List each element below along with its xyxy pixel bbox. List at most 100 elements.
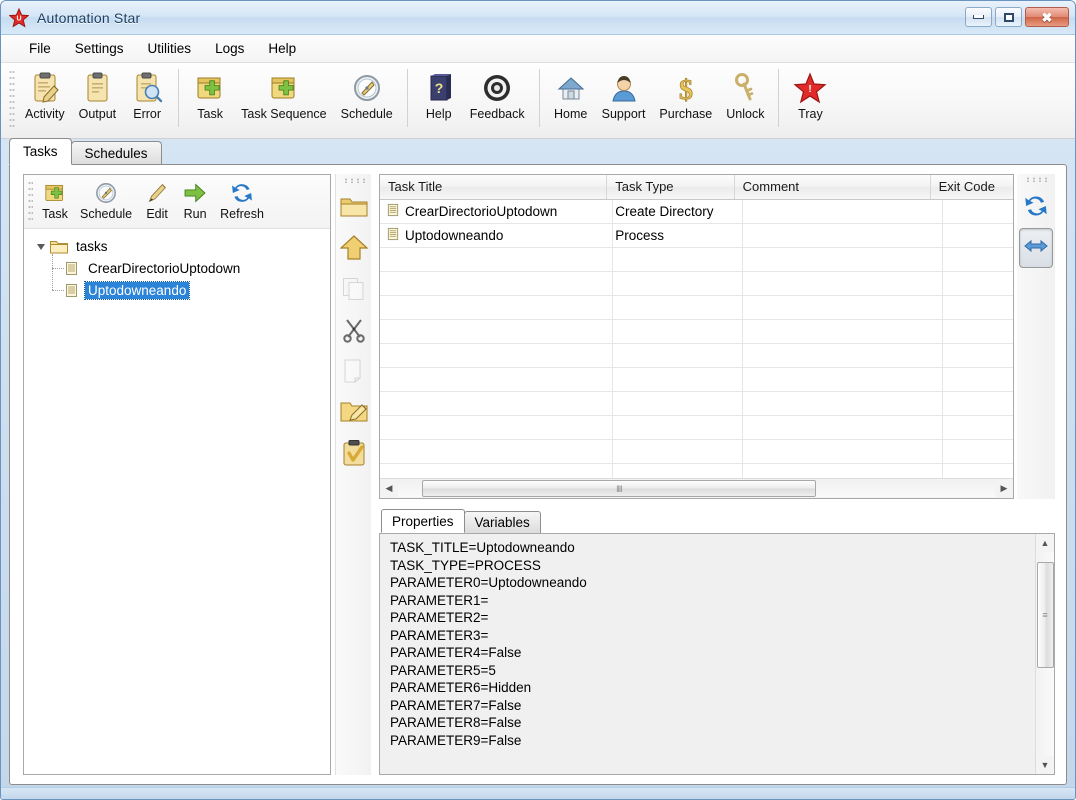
menu-item-utilities[interactable]: Utilities <box>136 38 204 59</box>
table-row[interactable]: CrearDirectorioUptodown Create Directory <box>380 200 1013 224</box>
grid-toolbar-grip[interactable] <box>1025 177 1047 182</box>
table-row-empty[interactable] <box>380 416 1013 440</box>
cell-task-title: CrearDirectorioUptodown <box>405 204 558 219</box>
scroll-down-arrow-icon[interactable]: ▼ <box>1036 756 1054 774</box>
tab-tasks[interactable]: Tasks <box>9 138 72 165</box>
refresh-grid-button[interactable] <box>1019 188 1053 228</box>
vscroll-thumb[interactable]: ≡ <box>1036 562 1054 669</box>
paste-button[interactable] <box>337 353 371 394</box>
paste-icon <box>341 358 367 389</box>
new-folder-button[interactable] <box>337 189 371 230</box>
table-row[interactable]: Uptodowneando Process <box>380 224 1013 248</box>
copy-button[interactable] <box>337 271 371 312</box>
vscroll-track[interactable]: ≡ <box>1036 552 1054 756</box>
toolbar-button-task-sequence[interactable]: Task Sequence <box>234 67 333 122</box>
table-row-empty[interactable] <box>380 320 1013 344</box>
toolbar-button-schedule[interactable]: Schedule <box>334 67 400 122</box>
close-button[interactable]: ✖ <box>1025 7 1069 27</box>
tree-connector <box>52 268 64 269</box>
scrollbar-grip-icon: ‖‖ <box>616 483 623 494</box>
rename-button[interactable] <box>337 394 371 435</box>
tab-variables[interactable]: Variables <box>463 511 541 533</box>
toolbar-button-unlock[interactable]: Unlock <box>719 67 771 122</box>
toolbar-button-home[interactable]: Home <box>547 67 595 122</box>
menu-item-help[interactable]: Help <box>256 38 308 59</box>
tree-toolbar-grip[interactable] <box>28 180 33 224</box>
tab-properties[interactable]: Properties <box>381 509 465 533</box>
column-header-task-title[interactable]: Task Title <box>380 175 608 199</box>
toolbar-button-activity[interactable]: Activity <box>18 67 72 122</box>
toolbar-button-task[interactable]: Task <box>186 67 234 122</box>
tray-star-icon: ! <box>793 70 827 106</box>
maximize-button[interactable] <box>995 7 1022 27</box>
properties-vertical-scrollbar[interactable]: ▲ ≡ ▼ <box>1035 534 1054 774</box>
properties-textarea[interactable]: TASK_TITLE=Uptodowneando TASK_TYPE=PROCE… <box>379 533 1055 775</box>
tree-children: CrearDirectorioUptodown Uptodowneando <box>51 254 330 301</box>
tree-toolbar: Task Schedule Edit Run Refresh <box>24 175 331 229</box>
window-title: Automation Star <box>37 9 141 26</box>
menu-item-settings[interactable]: Settings <box>63 38 136 59</box>
scroll-up-arrow-icon[interactable]: ▲ <box>1036 534 1054 552</box>
dollar-icon: $ <box>669 70 703 106</box>
tree-button-refresh[interactable]: Refresh <box>214 178 270 222</box>
toolbar-button-feedback[interactable]: Feedback <box>463 67 532 122</box>
cell-task-title: Uptodowneando <box>405 228 504 243</box>
tree-button-task[interactable]: Task <box>36 178 74 222</box>
folder-open-icon <box>340 195 368 224</box>
toolbar-button-tray[interactable]: ! Tray <box>786 67 834 122</box>
table-row-empty[interactable] <box>380 272 1013 296</box>
task-document-icon <box>386 227 400 244</box>
scroll-right-arrow-icon[interactable]: ▶ <box>995 480 1013 498</box>
toolbar-label-purchase: Purchase <box>659 107 713 121</box>
task-document-icon <box>386 203 400 220</box>
toolbar-button-purchase[interactable]: $ Purchase <box>652 67 719 122</box>
side-toolbar-grip[interactable] <box>342 178 365 183</box>
menu-item-logs[interactable]: Logs <box>203 38 256 59</box>
refresh-icon <box>229 179 255 207</box>
move-up-button[interactable] <box>337 230 371 271</box>
tree-item-uptodowneando[interactable]: Uptodowneando <box>52 279 330 301</box>
cell-task-type: Process <box>615 228 665 243</box>
validate-button[interactable] <box>337 435 371 476</box>
grid-body[interactable]: CrearDirectorioUptodown Create Directory <box>380 200 1013 478</box>
tree-item-label: CrearDirectorioUptodown <box>88 260 241 276</box>
toolbar-button-support[interactable]: Support <box>595 67 653 122</box>
scroll-left-arrow-icon[interactable]: ◀ <box>380 480 398 498</box>
tree-button-edit[interactable]: Edit <box>138 178 176 222</box>
toolbar-button-error[interactable]: Error <box>123 67 171 122</box>
column-header-comment[interactable]: Comment <box>735 175 931 199</box>
tree-button-run[interactable]: Run <box>176 178 214 222</box>
cut-button[interactable] <box>337 312 371 353</box>
toolbar-button-help[interactable]: ? Help <box>415 67 463 122</box>
table-row-empty[interactable] <box>380 440 1013 464</box>
expand-collapse-icon[interactable] <box>34 242 48 251</box>
scissors-icon <box>341 317 367 348</box>
table-row-empty[interactable] <box>380 368 1013 392</box>
task-grid: Task Title Task Type Comment Exit Code C… <box>379 174 1014 499</box>
toolbar-separator-1 <box>178 69 180 127</box>
table-row-empty[interactable] <box>380 248 1013 272</box>
tree-item-creardirectoriouptodown[interactable]: CrearDirectorioUptodown <box>52 257 330 279</box>
table-row-empty[interactable] <box>380 392 1013 416</box>
minimize-button[interactable] <box>965 7 992 27</box>
toolbar-label-schedule: Schedule <box>340 107 393 121</box>
tree-node-root[interactable]: tasks <box>34 235 330 257</box>
hscroll-track[interactable]: ‖‖ <box>398 480 995 497</box>
table-row-empty[interactable] <box>380 296 1013 320</box>
grid-header-row: Task Title Task Type Comment Exit Code <box>380 175 1013 200</box>
toolbar-button-output[interactable]: Output <box>72 67 124 122</box>
tree-button-schedule[interactable]: Schedule <box>74 178 138 222</box>
table-row-empty[interactable] <box>380 344 1013 368</box>
menu-item-file[interactable]: File <box>17 38 63 59</box>
hscroll-thumb[interactable]: ‖‖ <box>421 480 816 497</box>
toolbar-label-error: Error <box>133 107 162 121</box>
toolbar-grip[interactable] <box>9 69 15 131</box>
column-header-task-type[interactable]: Task Type <box>607 175 735 199</box>
grid-horizontal-scrollbar[interactable]: ◀ ‖‖ ▶ <box>380 478 1013 498</box>
tab-schedules[interactable]: Schedules <box>70 141 162 165</box>
column-header-exit-code[interactable]: Exit Code <box>931 175 1013 199</box>
autosize-columns-button[interactable] <box>1019 228 1053 268</box>
schedule-clock-icon <box>350 70 384 106</box>
task-tree[interactable]: tasks CrearDirectorioUptodown Uptodownea… <box>24 229 331 774</box>
toolbar-label-unlock: Unlock <box>726 107 765 121</box>
